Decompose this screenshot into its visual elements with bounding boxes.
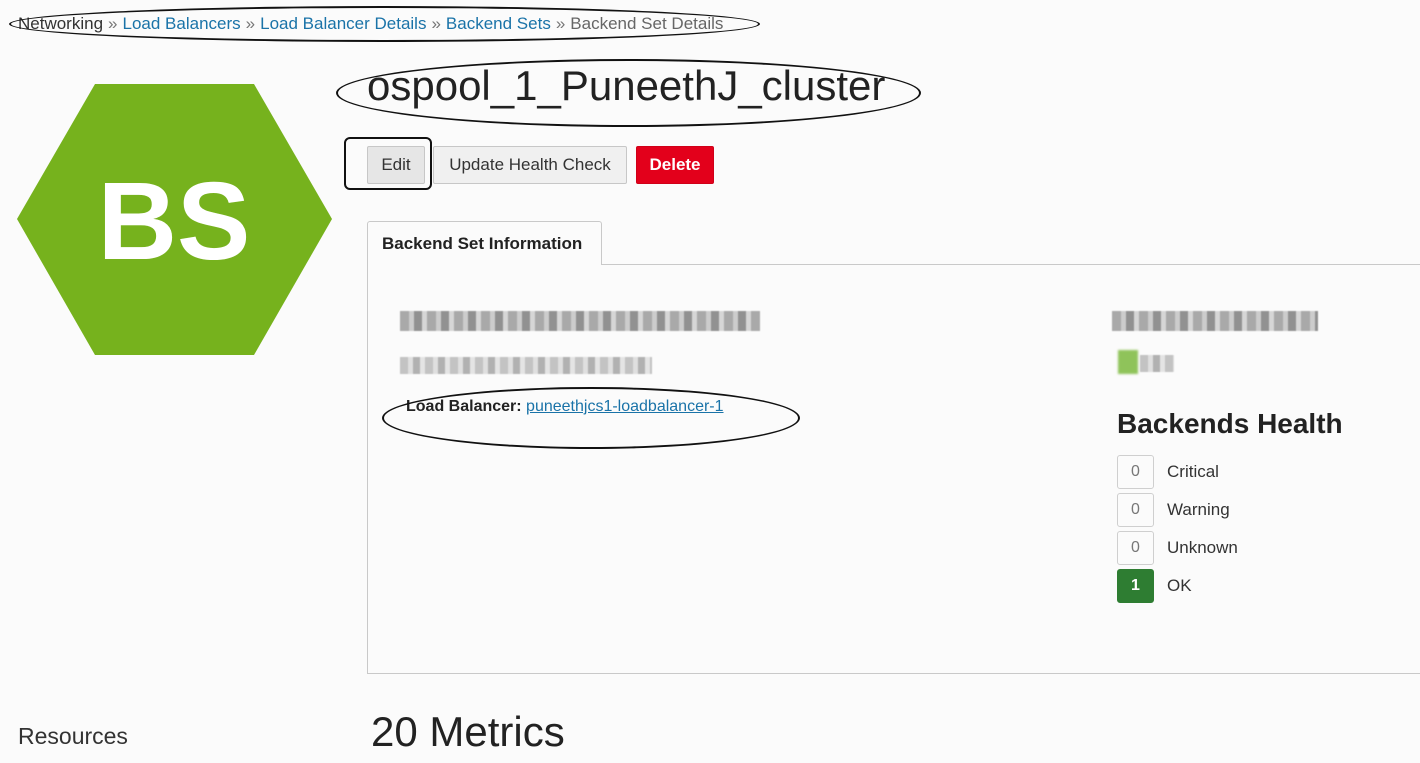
health-label: OK [1167, 576, 1192, 595]
status-indicator-icon [1118, 350, 1138, 374]
hexagon-icon: BS [17, 84, 332, 355]
breadcrumb-separator: » [431, 14, 441, 33]
redacted-heading [1112, 311, 1318, 331]
health-count-badge[interactable]: 0 [1117, 531, 1154, 565]
health-label: Unknown [1167, 538, 1238, 557]
update-health-check-button[interactable]: Update Health Check [433, 146, 627, 184]
breadcrumb-separator: » [555, 14, 566, 33]
redacted-text [400, 357, 652, 374]
load-balancer-field: Load Balancer: puneethjcs1-loadbalancer-… [406, 398, 724, 416]
health-count-badge[interactable]: 0 [1117, 455, 1154, 489]
tab-backend-set-information[interactable]: Backend Set Information [367, 221, 602, 265]
health-row-critical: 0 Critical [1117, 455, 1219, 489]
page-title: ospool_1_PuneethJ_cluster [367, 62, 886, 109]
health-row-ok: 1 OK [1117, 569, 1192, 603]
load-balancer-link[interactable]: puneethjcs1-loadbalancer-1 [526, 398, 723, 415]
breadcrumb: Networking» Load Balancers» Load Balancer … [18, 13, 723, 35]
metrics-title: 20 Metrics [371, 708, 565, 755]
breadcrumb-separator: » [108, 14, 118, 33]
backend-set-logo: BS [17, 84, 332, 355]
breadcrumb-backend-sets[interactable]: Backend Sets [446, 14, 551, 33]
breadcrumb-networking[interactable]: Networking [18, 14, 103, 33]
health-label: Critical [1167, 462, 1219, 481]
breadcrumb-load-balancer-details[interactable]: Load Balancer Details [260, 14, 426, 33]
health-row-unknown: 0 Unknown [1117, 531, 1238, 565]
breadcrumb-separator: » [245, 14, 256, 33]
redacted-text [1140, 355, 1174, 372]
breadcrumb-load-balancers[interactable]: Load Balancers [123, 14, 241, 33]
redacted-heading [400, 311, 760, 331]
delete-button[interactable]: Delete [636, 146, 714, 184]
logo-text: BS [98, 160, 251, 283]
backends-health-title: Backends Health [1117, 408, 1343, 439]
edit-button[interactable]: Edit [367, 146, 425, 184]
health-label: Warning [1167, 500, 1230, 519]
health-row-warning: 0 Warning [1117, 493, 1230, 527]
health-count-badge[interactable]: 0 [1117, 493, 1154, 527]
breadcrumb-backend-set-details: Backend Set Details [570, 14, 724, 33]
resources-heading: Resources [18, 723, 128, 749]
load-balancer-label: Load Balancer: [406, 398, 522, 415]
health-count-badge[interactable]: 1 [1117, 569, 1154, 603]
